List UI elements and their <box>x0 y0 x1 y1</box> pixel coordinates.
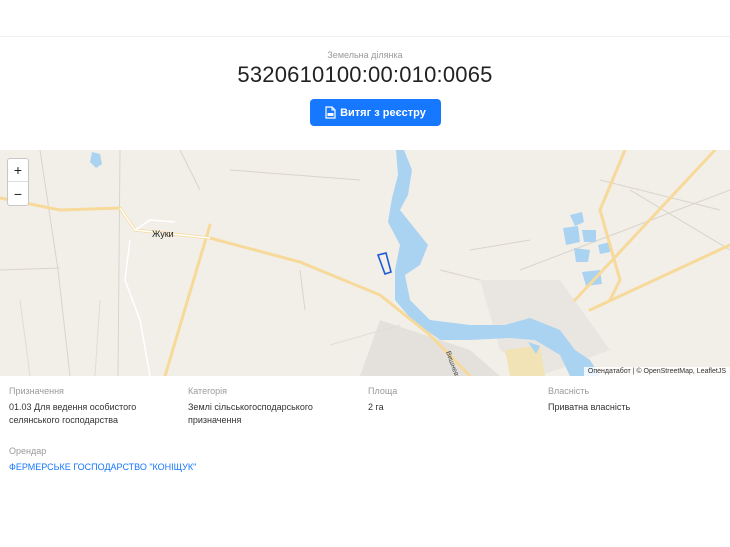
category-value-line1: Землі сільськогосподарського <box>188 402 313 412</box>
registry-extract-label: Витяг з реєстру <box>340 106 426 119</box>
purpose-value-line2: селянського господарства <box>9 415 118 425</box>
purpose-label: Призначення <box>9 386 64 396</box>
ownership-label: Власність <box>548 386 590 396</box>
category-value-line2: призначення <box>188 415 242 425</box>
parcel-header: Земельна ділянка 5320610100:00:010:0065 … <box>0 38 730 148</box>
tenant-field: Орендар ФЕРМЕРСЬКЕ ГОСПОДАРСТВО "КОНІЩУК… <box>9 446 196 474</box>
ownership-field: Власність Приватна власність <box>548 386 630 414</box>
map-attribution[interactable]: Опендатабот | © OpenStreetMap, LeafletJS <box>583 367 730 376</box>
zoom-in-button[interactable]: + <box>8 159 28 182</box>
purpose-field: Призначення 01.03 Для ведення особистого… <box>9 386 136 427</box>
zoom-control: + − <box>7 158 29 206</box>
ownership-value: Приватна власність <box>548 402 631 412</box>
purpose-value-line1: 01.03 Для ведення особистого <box>9 402 137 412</box>
area-value: 2 га <box>368 402 384 412</box>
top-bar <box>0 0 730 37</box>
area-field: Площа 2 га <box>368 386 397 414</box>
zoom-out-button[interactable]: − <box>8 182 28 205</box>
pdf-document-icon <box>325 106 336 119</box>
tenant-label: Орендар <box>9 446 47 456</box>
category-field: Категорія Землі сільськогосподарського п… <box>188 386 313 427</box>
village-label: Жуки <box>152 229 174 239</box>
tenant-link[interactable]: ФЕРМЕРСЬКЕ ГОСПОДАРСТВО "КОНІЩУК" <box>9 461 196 474</box>
category-label: Категорія <box>188 386 228 396</box>
map-tiles: Вишнева <box>0 150 730 376</box>
parcel-map[interactable]: Вишнева + − Жуки Опендатабот | © OpenStr… <box>0 150 730 376</box>
parcel-subtitle: Земельна ділянка <box>327 50 403 60</box>
cadastral-number: 5320610100:00:010:0065 <box>237 62 493 87</box>
area-label: Площа <box>368 386 398 396</box>
parcel-outline[interactable] <box>376 252 392 276</box>
registry-extract-button[interactable]: Витяг з реєстру <box>310 99 441 126</box>
